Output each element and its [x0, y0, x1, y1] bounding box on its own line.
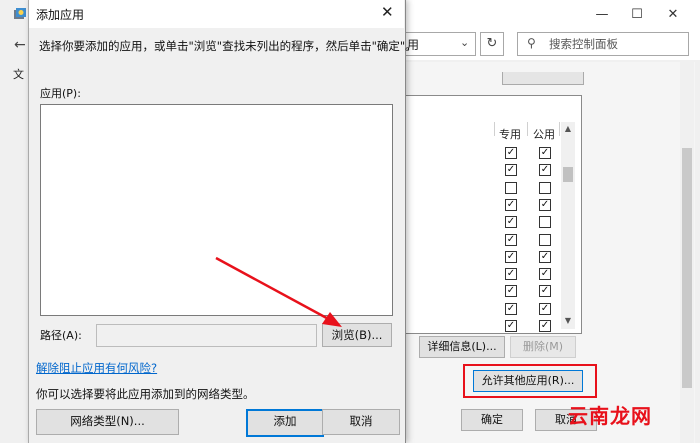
highlight-box	[463, 364, 597, 398]
checkbox-public[interactable]	[539, 216, 551, 228]
checkbox-public[interactable]	[539, 234, 551, 246]
search-icon: ⚲	[527, 36, 536, 50]
watermark: 云南龙网	[568, 404, 652, 428]
path-label: 路径(A):	[40, 329, 82, 342]
window-close-button[interactable]: ✕	[664, 6, 682, 24]
checkbox-private[interactable]: ✓	[505, 234, 517, 246]
browse-button[interactable]: 浏览(B)...	[322, 323, 392, 347]
scroll-down-icon[interactable]: ▼	[561, 316, 575, 325]
dialog-titlebar	[29, 0, 404, 28]
checkbox-public[interactable]: ✓	[539, 268, 551, 280]
checkbox-private[interactable]: ✓	[505, 164, 517, 176]
dialog-description: 选择你要添加的应用，或单击"浏览"查找未列出的程序，然后单击"确定"。	[39, 39, 417, 53]
search-placeholder: 搜索控制面板	[549, 37, 618, 51]
add-button[interactable]: 添加	[246, 409, 324, 437]
maximize-button[interactable]: ☐	[628, 6, 646, 24]
page-scroll-thumb[interactable]	[682, 148, 692, 388]
change-settings-button[interactable]	[502, 72, 584, 85]
checkbox-private[interactable]: ✓	[505, 251, 517, 263]
app-list[interactable]	[40, 104, 393, 316]
close-icon[interactable]: ✕	[381, 3, 394, 21]
dialog-cancel-button[interactable]: 取消	[322, 409, 400, 435]
checkbox-public[interactable]	[539, 182, 551, 194]
checkbox-private[interactable]: ✓	[505, 320, 517, 332]
checkbox-public[interactable]: ✓	[539, 320, 551, 332]
scroll-thumb[interactable]	[563, 167, 573, 182]
checkbox-private[interactable]: ✓	[505, 268, 517, 280]
checkbox-public[interactable]: ✓	[539, 147, 551, 159]
checkbox-public[interactable]: ✓	[539, 251, 551, 263]
menu-file[interactable]: 文	[13, 66, 24, 82]
list-scrollbar[interactable]	[561, 122, 575, 329]
network-type-button[interactable]: 网络类型(N)...	[36, 409, 179, 435]
back-arrow-icon[interactable]: ←	[14, 37, 26, 53]
details-button[interactable]: 详细信息(L)...	[419, 336, 505, 358]
checkbox-public[interactable]: ✓	[539, 303, 551, 315]
refresh-button[interactable]: ↻	[480, 32, 504, 56]
path-input[interactable]	[96, 324, 317, 347]
dialog-title: 添加应用	[36, 8, 85, 22]
delete-button[interactable]: 删除(M)	[510, 336, 576, 358]
risk-link[interactable]: 解除阻止应用有何风险?	[36, 360, 157, 376]
checkbox-public[interactable]: ✓	[539, 164, 551, 176]
column-separator	[527, 122, 528, 136]
checkbox-private[interactable]: ✓	[505, 199, 517, 211]
scroll-up-icon[interactable]: ▲	[561, 124, 575, 133]
checkbox-private[interactable]: ✓	[505, 147, 517, 159]
apps-label: 应用(P):	[40, 87, 81, 100]
ok-button[interactable]: 确定	[461, 409, 523, 431]
column-separator	[559, 122, 560, 136]
network-type-text: 你可以选择要将此应用添加到的网络类型。	[36, 387, 255, 401]
checkbox-private[interactable]	[505, 182, 517, 194]
checkbox-private[interactable]: ✓	[505, 285, 517, 297]
background-titlebar	[405, 0, 700, 30]
checkbox-private[interactable]: ✓	[505, 216, 517, 228]
checkbox-public[interactable]: ✓	[539, 199, 551, 211]
column-header-public[interactable]: 公用	[533, 126, 555, 142]
chevron-down-icon[interactable]: ⌄	[460, 36, 469, 49]
minimize-button[interactable]: —	[593, 6, 611, 24]
checkbox-private[interactable]: ✓	[505, 303, 517, 315]
checkbox-public[interactable]: ✓	[539, 285, 551, 297]
firewall-app-icon	[13, 7, 27, 21]
column-separator	[494, 122, 495, 136]
refresh-icon: ↻	[486, 36, 498, 51]
column-header-private[interactable]: 专用	[499, 126, 521, 142]
